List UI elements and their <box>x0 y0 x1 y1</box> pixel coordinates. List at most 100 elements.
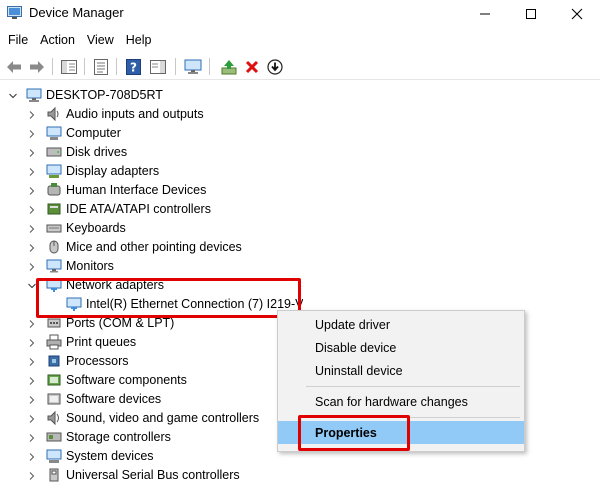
action-pane-button[interactable] <box>147 56 169 77</box>
toolbar-separator <box>52 58 53 75</box>
display-adapter-icon <box>46 164 62 178</box>
expand-chevron-icon[interactable] <box>27 243 37 253</box>
menu-help[interactable]: Help <box>120 30 158 50</box>
tree-item-computer[interactable]: Computer <box>0 124 260 143</box>
expand-chevron-icon[interactable] <box>27 167 37 177</box>
menu-bar: File Action View Help <box>0 28 600 52</box>
monitor-icon <box>46 259 62 273</box>
expand-chevron-icon[interactable] <box>27 338 37 348</box>
expand-chevron-icon[interactable] <box>27 110 37 120</box>
tree-item-processors[interactable]: Processors <box>0 352 260 371</box>
category-label: Mice and other pointing devices <box>66 240 242 254</box>
uninstall-device-button[interactable] <box>241 56 263 77</box>
category-label: Sound, video and game controllers <box>66 411 260 425</box>
maximize-icon <box>526 8 536 19</box>
menu-file[interactable]: File <box>2 30 34 50</box>
category-label: IDE ATA/ATAPI controllers <box>66 202 211 216</box>
category-label: Human Interface Devices <box>66 183 207 197</box>
category-label: System devices <box>66 449 154 463</box>
collapse-chevron-icon[interactable] <box>8 91 18 101</box>
forward-button[interactable] <box>26 56 48 77</box>
category-label: Storage controllers <box>66 430 171 444</box>
usb-icon <box>49 468 59 482</box>
expand-chevron-icon[interactable] <box>27 414 37 424</box>
close-icon <box>571 8 583 19</box>
category-label: Keyboards <box>66 221 126 235</box>
tree-item-display-adapters[interactable]: Display adapters <box>0 162 260 181</box>
tree-item-software-components[interactable]: Software components <box>0 371 260 390</box>
expand-chevron-icon[interactable] <box>27 262 37 272</box>
tree-item-keyboards[interactable]: Keyboards <box>0 219 260 238</box>
tree-item-print-queues[interactable]: Print queues <box>0 333 260 352</box>
minimize-icon <box>480 13 490 14</box>
tree-item-monitors[interactable]: Monitors <box>0 257 260 276</box>
monitor-scan-icon <box>184 59 202 74</box>
tree-item-system-devices[interactable]: System devices <box>0 447 260 466</box>
menu-item-disable-device[interactable]: Disable device <box>278 336 524 359</box>
expand-chevron-icon[interactable] <box>27 376 37 386</box>
menu-item-update-driver[interactable]: Update driver <box>278 313 524 336</box>
storage-controller-icon <box>46 432 62 442</box>
disable-device-down-arrow-icon <box>267 58 283 75</box>
show-hide-console-tree-button[interactable] <box>58 56 80 77</box>
update-driver-icon <box>221 59 237 74</box>
category-label: Computer <box>66 126 121 140</box>
tree-item-human-interface-devices[interactable]: Human Interface Devices <box>0 181 260 200</box>
minimize-button[interactable] <box>462 0 508 27</box>
expand-chevron-icon[interactable] <box>27 471 37 481</box>
menu-action[interactable]: Action <box>34 30 81 50</box>
help-button[interactable]: ? <box>122 56 144 77</box>
expand-chevron-icon[interactable] <box>27 433 37 443</box>
sound-icon <box>47 410 59 426</box>
category-label: Monitors <box>66 259 114 273</box>
toolbar: ? <box>0 53 600 80</box>
expand-chevron-icon[interactable] <box>27 395 37 405</box>
properties-button[interactable] <box>90 56 112 77</box>
tree-root[interactable]: DESKTOP-708D5RT <box>0 86 300 105</box>
menu-item-scan-hardware[interactable]: Scan for hardware changes <box>278 390 524 413</box>
toolbar-separator <box>116 58 117 75</box>
tree-item-ide-ata[interactable]: IDE ATA/ATAPI controllers <box>0 200 260 219</box>
menu-item-uninstall-device[interactable]: Uninstall device <box>278 359 524 382</box>
tree-item-software-devices[interactable]: Software devices <box>0 390 260 409</box>
tree-item-audio[interactable]: Audio inputs and outputs <box>0 105 260 124</box>
speaker-icon <box>47 106 59 122</box>
back-arrow-icon <box>7 60 21 73</box>
expand-chevron-icon[interactable] <box>27 319 37 329</box>
tree-item-usb-controllers[interactable]: Universal Serial Bus controllers <box>0 466 280 485</box>
window-title: Device Manager <box>29 5 124 20</box>
menu-view[interactable]: View <box>81 30 120 50</box>
expand-chevron-icon[interactable] <box>27 452 37 462</box>
expand-chevron-icon[interactable] <box>27 148 37 158</box>
tree-item-disk-drives[interactable]: Disk drives <box>0 143 260 162</box>
expand-chevron-icon[interactable] <box>27 129 37 139</box>
computer-icon <box>46 126 62 140</box>
toolbar-separator <box>175 58 176 75</box>
software-device-icon <box>47 393 61 405</box>
expand-chevron-icon[interactable] <box>27 205 37 215</box>
svg-text:?: ? <box>130 60 137 74</box>
expand-chevron-icon[interactable] <box>27 357 37 367</box>
system-device-icon <box>46 449 62 463</box>
computer-icon <box>26 88 42 102</box>
back-button[interactable] <box>3 56 25 77</box>
keyboard-icon <box>46 224 62 233</box>
tree-item-sound-video[interactable]: Sound, video and game controllers <box>0 409 280 428</box>
tree-item-storage-controllers[interactable]: Storage controllers <box>0 428 260 447</box>
printer-icon <box>46 334 62 350</box>
update-driver-button[interactable] <box>218 56 240 77</box>
category-label: Software devices <box>66 392 162 406</box>
software-component-icon <box>47 374 61 386</box>
show-hide-console-tree-icon <box>61 59 77 74</box>
category-label: Audio inputs and outputs <box>66 107 204 121</box>
category-label: Software components <box>66 373 187 387</box>
action-pane-icon <box>150 59 166 74</box>
close-button[interactable] <box>554 0 600 27</box>
disable-device-button[interactable] <box>264 56 286 77</box>
expand-chevron-icon[interactable] <box>27 224 37 234</box>
category-label: Processors <box>66 354 129 368</box>
tree-item-mice[interactable]: Mice and other pointing devices <box>0 238 260 257</box>
maximize-button[interactable] <box>508 0 554 27</box>
expand-chevron-icon[interactable] <box>27 186 37 196</box>
scan-hardware-button[interactable] <box>182 56 204 77</box>
